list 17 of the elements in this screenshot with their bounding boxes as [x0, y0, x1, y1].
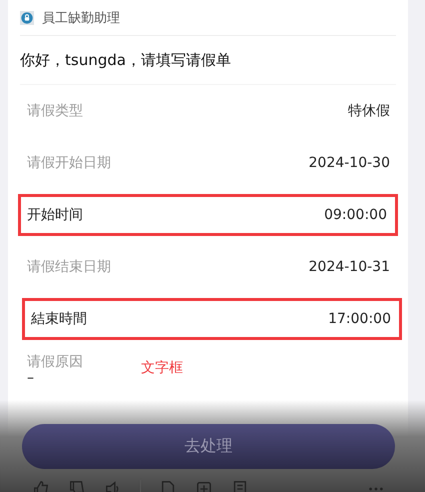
field-label: 开始时间: [27, 206, 83, 224]
field-label: 请假结束日期: [27, 258, 111, 276]
assistant-logo-icon: [20, 10, 34, 24]
field-label: 結束時間: [31, 310, 87, 328]
field-value[interactable]: 09:00:00: [324, 207, 387, 223]
reason-input-field[interactable]: –: [27, 371, 83, 385]
field-value[interactable]: 2024-10-31: [308, 259, 390, 275]
field-label: 请假原因: [27, 353, 83, 371]
greeting-text: 你好，tsungda，请填写请假单: [20, 36, 396, 85]
submit-button[interactable]: 去处理: [22, 424, 395, 469]
field-label: 请假开始日期: [27, 154, 111, 172]
field-label: 请假类型: [27, 102, 83, 120]
app-title: 員工缺勤助理: [42, 10, 120, 26]
field-value[interactable]: 17:00:00: [328, 311, 391, 327]
annotation-text: 文字框: [141, 359, 183, 377]
field-value[interactable]: 2024-10-30: [308, 155, 390, 171]
field-value[interactable]: 特休假: [348, 102, 390, 120]
